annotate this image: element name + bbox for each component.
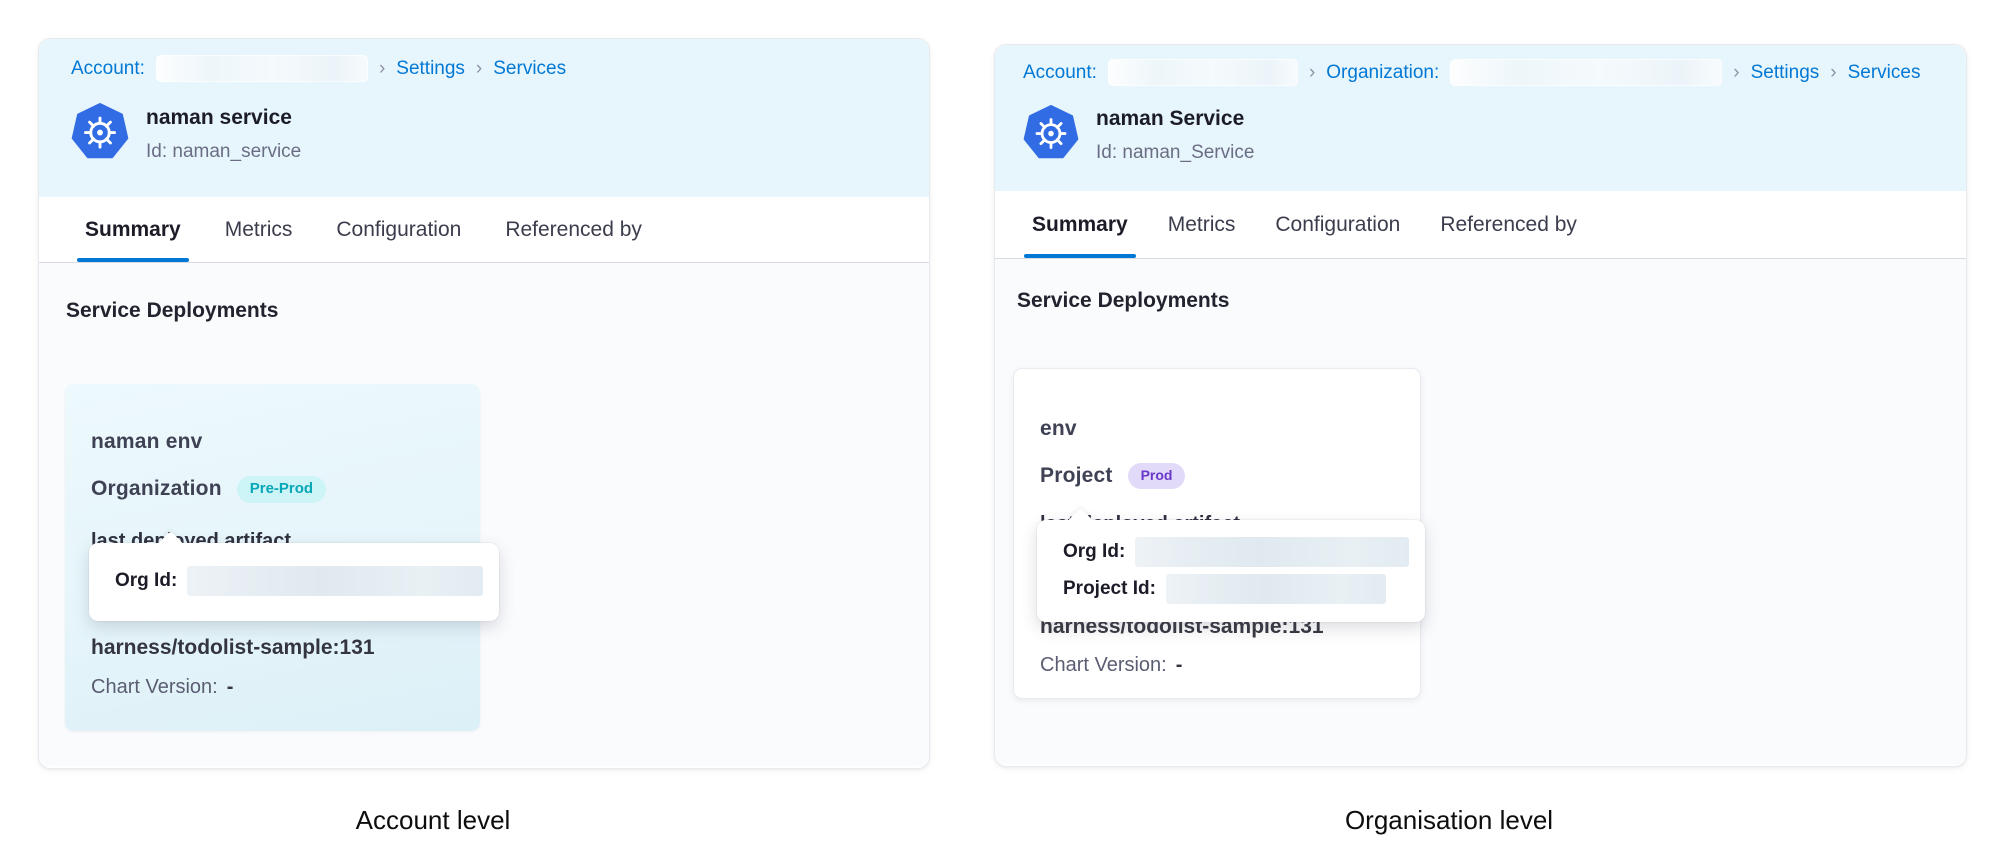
breadcrumb: Account: › Settings › Services bbox=[71, 55, 897, 82]
redacted-project-id bbox=[1166, 574, 1386, 604]
environment-card[interactable]: env Project Prod last deployed artifact … bbox=[1013, 368, 1421, 699]
redacted-organization-name bbox=[1450, 59, 1722, 86]
organisation-panel-surface: Account: › Organization: › Settings › Se… bbox=[995, 45, 1966, 766]
breadcrumb-account-link[interactable]: Account: bbox=[71, 58, 145, 80]
service-deployments-title: Service Deployments bbox=[39, 263, 929, 323]
chevron-right-icon: › bbox=[476, 58, 482, 80]
org-id-label: Org Id: bbox=[1063, 541, 1125, 563]
env-type-badge: Pre-Prod bbox=[237, 476, 326, 503]
breadcrumb-organization-link[interactable]: Organization: bbox=[1326, 62, 1439, 84]
env-type-badge: Prod bbox=[1128, 463, 1186, 489]
environment-scope-row: Organization Pre-Prod bbox=[91, 476, 326, 503]
organisation-panel-header: Account: › Organization: › Settings › Se… bbox=[995, 45, 1966, 191]
kubernetes-icon bbox=[71, 102, 129, 167]
account-summary-body: Service Deployments naman env Organizati… bbox=[39, 263, 929, 766]
breadcrumb-services-link[interactable]: Services bbox=[493, 58, 566, 80]
organisation-tab-bar: Summary Metrics Configuration Referenced… bbox=[995, 191, 1966, 259]
chart-version-value: - bbox=[227, 676, 234, 698]
tab-configuration[interactable]: Configuration bbox=[336, 197, 461, 262]
chevron-right-icon: › bbox=[379, 58, 385, 80]
environment-scope-row: Project Prod bbox=[1040, 463, 1185, 489]
service-title-block: naman service Id: naman_service bbox=[146, 106, 301, 162]
service-header: naman service Id: naman_service bbox=[71, 102, 897, 167]
tab-referenced-by[interactable]: Referenced by bbox=[505, 197, 642, 262]
redacted-account-name bbox=[156, 55, 368, 82]
service-id: Id: naman_Service bbox=[1096, 142, 1254, 164]
org-project-id-tooltip: Org Id: Project Id: bbox=[1037, 520, 1425, 622]
organisation-summary-body: Service Deployments env Project Prod las… bbox=[995, 259, 1966, 764]
service-deployments-title: Service Deployments bbox=[995, 259, 1966, 313]
environment-card[interactable]: naman env Organization Pre-Prod last dep… bbox=[65, 384, 480, 731]
organisation-level-panel: Account: › Organization: › Settings › Se… bbox=[994, 44, 1967, 767]
org-id-tooltip: Org Id: bbox=[89, 543, 499, 621]
account-tab-bar: Summary Metrics Configuration Referenced… bbox=[39, 197, 929, 263]
tab-summary[interactable]: Summary bbox=[85, 197, 181, 262]
chevron-right-icon: › bbox=[1309, 62, 1315, 84]
tab-metrics[interactable]: Metrics bbox=[1168, 191, 1236, 258]
service-name: naman Service bbox=[1096, 107, 1254, 131]
breadcrumb-account-link[interactable]: Account: bbox=[1023, 62, 1097, 84]
breadcrumb-services-link[interactable]: Services bbox=[1848, 62, 1921, 84]
org-id-label: Org Id: bbox=[115, 570, 177, 592]
account-panel-header: Account: › Settings › Services bbox=[39, 39, 929, 197]
environment-scope: Project bbox=[1040, 464, 1113, 488]
tab-referenced-by[interactable]: Referenced by bbox=[1440, 191, 1577, 258]
account-panel-surface: Account: › Settings › Services bbox=[39, 39, 929, 768]
tab-metrics[interactable]: Metrics bbox=[225, 197, 293, 262]
chart-version-line: Chart Version:- bbox=[91, 676, 233, 699]
redacted-org-id bbox=[187, 566, 483, 596]
org-id-row: Org Id: bbox=[115, 566, 483, 596]
organisation-level-caption: Organisation level bbox=[994, 805, 1904, 836]
service-id: Id: naman_service bbox=[146, 141, 301, 163]
service-header: naman Service Id: naman_Service bbox=[1023, 104, 1934, 167]
chart-version-line: Chart Version:- bbox=[1040, 654, 1182, 677]
project-id-row: Project Id: bbox=[1063, 574, 1409, 604]
chart-version-label: Chart Version: bbox=[1040, 654, 1167, 676]
redacted-org-id bbox=[1135, 537, 1409, 567]
account-level-panel: Account: › Settings › Services bbox=[38, 38, 930, 769]
redacted-account-name bbox=[1108, 59, 1298, 86]
chart-version-label: Chart Version: bbox=[91, 676, 218, 698]
org-id-row: Org Id: bbox=[1063, 537, 1409, 567]
environment-scope: Organization bbox=[91, 477, 222, 501]
tab-summary[interactable]: Summary bbox=[1032, 191, 1128, 258]
project-id-label: Project Id: bbox=[1063, 578, 1156, 600]
environment-name: naman env bbox=[91, 430, 203, 454]
environment-name: env bbox=[1040, 417, 1077, 441]
chart-version-value: - bbox=[1176, 654, 1183, 676]
service-name: naman service bbox=[146, 106, 301, 130]
tab-configuration[interactable]: Configuration bbox=[1275, 191, 1400, 258]
breadcrumb-settings-link[interactable]: Settings bbox=[1751, 62, 1820, 84]
artifact-name: harness/todolist-sample:131 bbox=[91, 636, 375, 660]
kubernetes-icon bbox=[1023, 104, 1079, 167]
account-level-caption: Account level bbox=[38, 805, 828, 836]
screenshot-canvas: Account: › Settings › Services bbox=[0, 0, 2000, 865]
breadcrumb: Account: › Organization: › Settings › Se… bbox=[1023, 59, 1934, 86]
chevron-right-icon: › bbox=[1733, 62, 1739, 84]
chevron-right-icon: › bbox=[1830, 62, 1836, 84]
service-title-block: naman Service Id: naman_Service bbox=[1096, 107, 1254, 163]
breadcrumb-settings-link[interactable]: Settings bbox=[396, 58, 465, 80]
